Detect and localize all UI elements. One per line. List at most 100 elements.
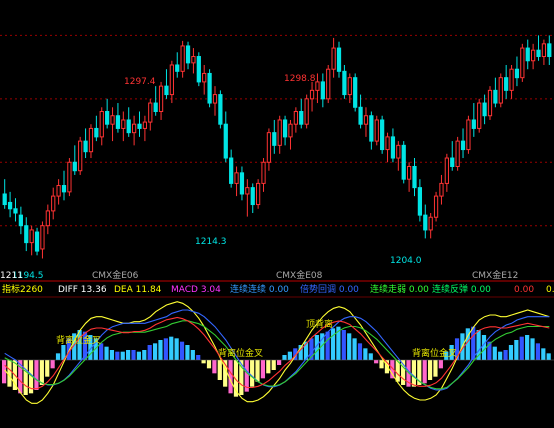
macd-bar-10 [55,353,61,360]
candle-body-56 [304,98,309,125]
candle-body-59 [320,81,325,100]
date-label-3: CMX金E12 [472,269,518,281]
candle-body-80 [433,195,439,218]
candle-body-45 [245,187,250,195]
date-labels: CMX金E06 CMX金E08 CMX金E12 [92,269,518,281]
macd-bar-21 [115,351,120,360]
macd-bar-66 [357,343,363,360]
candle-body-37 [202,72,207,83]
candle-body-33 [180,45,185,72]
candle-body-16 [88,127,94,153]
left-axis-label: 1211 [0,271,23,281]
macd-bar-47 [255,360,260,382]
macd-bar-37 [201,360,206,364]
candle-body-48 [261,161,266,184]
low-label-1: 1214.3 [195,237,227,247]
candle-body-15 [83,140,88,153]
macd-bar-98 [530,338,535,360]
candle-body-42 [229,157,234,184]
macd-bar-50 [271,360,276,370]
candle-body-90 [487,89,493,117]
candle-body-8 [45,210,50,227]
candle-body-14 [78,140,83,172]
macd-bar-49 [266,360,271,374]
macd-bar-68 [368,353,373,360]
macd-bar-23 [126,350,131,360]
macd-bar-27 [147,345,152,360]
macd-bar-63 [341,330,346,360]
candle-body-35 [191,56,196,64]
candle-body-4 [24,225,29,244]
indicator-macd: MACD 3.04 [171,285,221,295]
macd-bar-4 [23,360,28,395]
macd-bar-29 [158,340,163,360]
candle-body-39 [212,94,218,104]
candle-body-95 [514,68,520,79]
date-label-1: CMX金E06 [92,269,139,281]
macd-bar-64 [347,333,352,360]
macd-bar-78 [422,360,427,384]
macd-bar-32 [174,338,179,360]
macd-bar-92 [498,351,503,360]
candle-body-87 [471,119,476,129]
candle-body-83 [450,157,455,167]
macd-bar-69 [374,360,379,364]
macd-bar-30 [163,338,168,360]
candle-body-11 [61,185,67,193]
candle-body-72 [390,136,396,159]
macd-bar-33 [179,341,185,360]
candle-body-25 [137,123,142,129]
macd-bar-61 [330,328,336,360]
macd-bar-20 [109,350,115,360]
macd-bar-97 [525,335,530,360]
indicator-dea: DEA 11.84 [114,285,162,295]
candle-body-26 [142,121,148,129]
candle-body-27 [148,102,153,123]
candle-body-81 [439,182,444,197]
candle-body-13 [72,161,77,172]
indicator-diff: DIFF 13.36 [58,285,107,295]
candle-body-61 [331,47,336,70]
macd-bar-25 [136,351,141,360]
candle-body-76 [412,165,417,189]
candle-body-36 [196,56,201,83]
macd-bar-81 [438,360,443,369]
candle-body-99 [536,49,541,58]
candle-body-44 [239,172,245,195]
indicator-i5: 0.00 [514,285,534,295]
macd-bar-35 [190,350,195,360]
macd-bar-22 [120,351,125,360]
candle-body-62 [336,47,342,72]
indicator-name[interactable]: 指标2260 [2,283,43,295]
candle-body-79 [428,216,433,231]
candle-body-67 [363,115,369,125]
candle-body-19 [105,111,110,125]
macd-bar-36 [196,355,201,360]
date-label-2: CMX金E08 [276,269,323,281]
low-label-2: 1204.0 [390,256,422,266]
price-grid [0,34,554,227]
macd-bar-93 [503,350,508,360]
macd-bar-40 [217,360,222,380]
macd-bar-51 [277,360,282,365]
candle-body-96 [520,47,525,79]
candle-body-34 [185,45,191,64]
candle-body-64 [347,77,352,96]
candle-body-3 [18,214,23,227]
macd-bar-8 [45,360,50,377]
signal-1: 背离位金叉 [56,334,101,346]
candle-body-31 [169,64,174,96]
candle-body-20 [110,115,115,125]
candle-body-73 [396,144,401,159]
candle-body-85 [460,140,466,151]
candle-body-43 [234,172,239,184]
candle-body-40 [218,94,223,125]
candle-body-84 [455,140,460,167]
macd-bar-52 [282,355,287,360]
candle-body-29 [158,85,164,113]
macd-bar-28 [152,343,158,360]
candle-body-47 [256,182,261,206]
macd-bar-48 [260,360,266,379]
macd-bar-101 [546,353,551,360]
candle-body-0 [2,193,7,206]
